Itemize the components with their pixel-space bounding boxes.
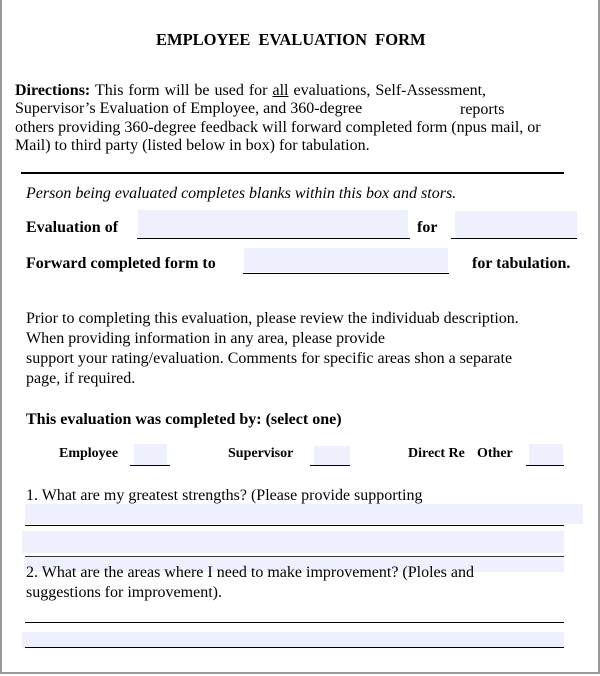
- forward-to-underline: [243, 273, 449, 274]
- evaluation-for-underline: [451, 238, 577, 239]
- option-other-underline: [526, 465, 564, 466]
- directions-line-3: others providing 360-degree feedback wil…: [15, 119, 541, 136]
- box-divider: [21, 172, 564, 174]
- option-employee-underline: [130, 465, 170, 466]
- question-2-answer-line[interactable]: [22, 632, 564, 648]
- question-1-answer-line-2[interactable]: [22, 531, 564, 553]
- question-2-line-2: suggestions for improvement).: [26, 584, 222, 601]
- forward-to-field[interactable]: [244, 248, 448, 272]
- question-2-underline-1: [25, 622, 564, 623]
- box-instruction: Person being evaluated completes blanks …: [26, 185, 457, 202]
- option-direct-report-label: Direct Re: [408, 446, 465, 461]
- option-employee-label: Employee: [59, 446, 119, 461]
- directions-line-1: Directions: This form will be used for a…: [15, 82, 486, 100]
- question-2-underline-2: [25, 647, 564, 648]
- directions-label: Directions:: [15, 82, 91, 99]
- prior-line-3: support your rating/evaluation. Comments…: [26, 350, 513, 367]
- directions-line-2b: reports: [460, 101, 505, 118]
- directions-text: evaluations, Self-Assessment,: [293, 82, 487, 99]
- directions-line-4: Mail) to third party (listed below in bo…: [15, 137, 370, 154]
- evaluation-of-label: Evaluation of: [26, 219, 119, 236]
- option-supervisor-underline: [310, 465, 350, 466]
- prior-line-2: When providing information in any area, …: [26, 330, 385, 347]
- directions-line-2a: Supervisor’s Evaluation of Employee, and…: [15, 100, 363, 117]
- tabulation-label: for tabulation.: [472, 255, 571, 272]
- for-label: for: [417, 219, 438, 236]
- question-1: 1. What are my greatest strengths? (Plea…: [26, 487, 423, 504]
- option-other-label: Other: [477, 446, 513, 461]
- option-other-field[interactable]: [529, 444, 563, 465]
- question-1-underline-1: [25, 525, 564, 526]
- option-employee-field[interactable]: [134, 444, 167, 465]
- forward-label: Forward completed form to: [26, 255, 216, 272]
- option-supervisor-field[interactable]: [314, 446, 350, 465]
- evaluation-for-field[interactable]: [455, 211, 577, 238]
- completed-by-heading: This evaluation was completed by: (selec…: [26, 411, 342, 428]
- prior-line-4: page, if required.: [26, 370, 136, 387]
- question-2-line-1: 2. What are the areas where I need to ma…: [26, 564, 474, 581]
- evaluation-of-field[interactable]: [138, 210, 408, 238]
- prior-line-1: Prior to completing this evaluation, ple…: [26, 310, 519, 327]
- page-title: EMPLOYEE EVALUATION FORM: [156, 30, 426, 49]
- evaluation-of-underline: [137, 238, 410, 239]
- directions-text: This form will be used for: [94, 82, 268, 99]
- option-supervisor-label: Supervisor: [228, 446, 294, 461]
- directions-all: all: [272, 82, 289, 99]
- question-1-answer-line-1[interactable]: [25, 504, 583, 524]
